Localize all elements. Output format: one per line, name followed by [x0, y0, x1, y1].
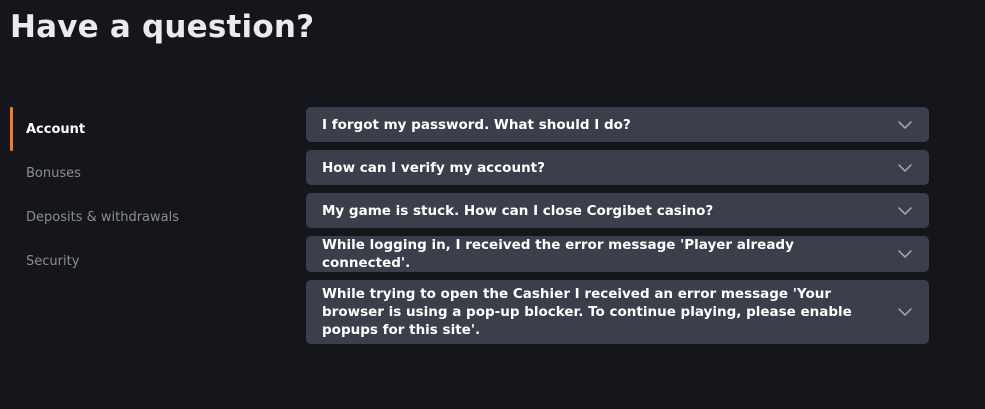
- faq-question: How can I verify my account?: [322, 159, 545, 176]
- chevron-down-icon[interactable]: [897, 246, 913, 262]
- sidebar-item-label: Deposits & withdrawals: [26, 209, 179, 225]
- faq-question: I forgot my password. What should I do?: [322, 116, 631, 133]
- sidebar-item-label: Account: [26, 121, 86, 137]
- faq-item-player-already-connected[interactable]: While logging in, I received the error m…: [306, 236, 929, 272]
- faq-category-sidebar: Account Bonuses Deposits & withdrawals S…: [10, 107, 270, 283]
- sidebar-item-bonuses[interactable]: Bonuses: [10, 151, 270, 195]
- faq-question: While logging in, I received the error m…: [322, 237, 794, 271]
- faq-item-game-stuck[interactable]: My game is stuck. How can I close Corgib…: [306, 193, 929, 228]
- faq-item-popup-blocker[interactable]: While trying to open the Cashier I recei…: [306, 280, 929, 344]
- faq-list: I forgot my password. What should I do? …: [306, 107, 929, 352]
- faq-item-verify-account[interactable]: How can I verify my account?: [306, 150, 929, 185]
- sidebar-item-deposits-withdrawals[interactable]: Deposits & withdrawals: [10, 195, 270, 239]
- sidebar-item-account[interactable]: Account: [10, 107, 270, 151]
- faq-question: My game is stuck. How can I close Corgib…: [322, 202, 714, 219]
- chevron-down-icon[interactable]: [897, 117, 913, 133]
- page-title: Have a question?: [10, 9, 315, 45]
- sidebar-item-label: Bonuses: [26, 165, 81, 181]
- sidebar-item-label: Security: [26, 253, 80, 269]
- chevron-down-icon[interactable]: [897, 304, 913, 320]
- chevron-down-icon[interactable]: [897, 160, 913, 176]
- chevron-down-icon[interactable]: [897, 203, 913, 219]
- faq-item-forgot-password[interactable]: I forgot my password. What should I do?: [306, 107, 929, 142]
- faq-question: While trying to open the Cashier I recei…: [322, 286, 852, 338]
- sidebar-item-security[interactable]: Security: [10, 239, 270, 283]
